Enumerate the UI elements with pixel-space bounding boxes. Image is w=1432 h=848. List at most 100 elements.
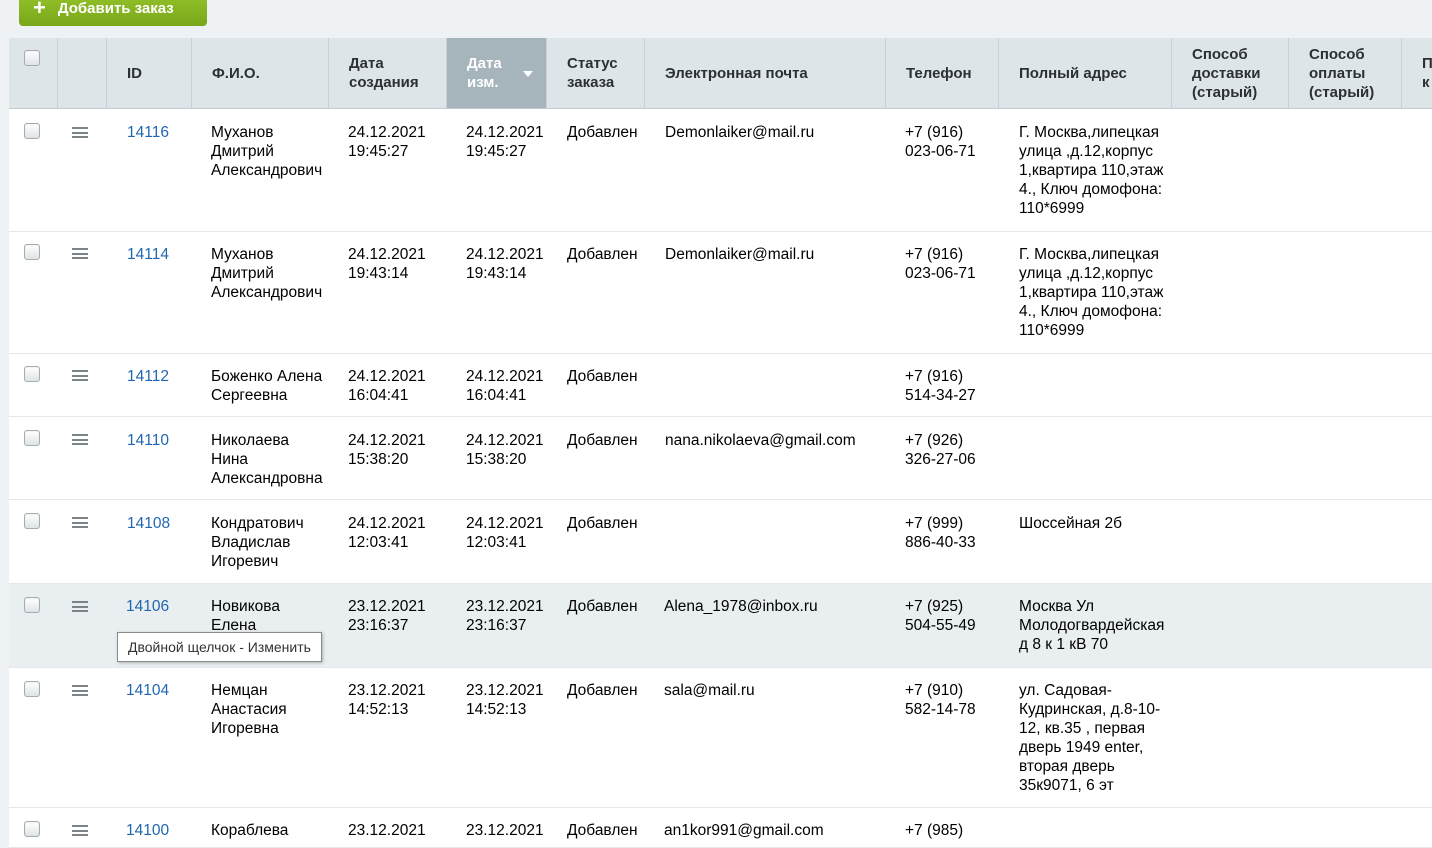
header-delivery-old[interactable]: Способ доставки (старый) (1172, 38, 1289, 109)
row-menu-icon[interactable] (72, 685, 88, 696)
header-id[interactable]: ID (107, 38, 192, 109)
row-fio: Немцан Анастасия Игоревна (211, 682, 287, 737)
header-fio[interactable]: Ф.И.О. (192, 38, 329, 109)
header-date-created[interactable]: Дата создания (329, 38, 447, 109)
row-status: Добавлен (567, 682, 638, 699)
sort-desc-icon (523, 71, 533, 77)
row-checkbox[interactable] (24, 513, 40, 529)
table-row[interactable]: 14104 Немцан Анастасия Игоревна 23.12.20… (9, 668, 1432, 808)
row-phone: +7 (916) 514-34-27 (905, 368, 976, 404)
row-id[interactable]: 14104 (126, 681, 169, 700)
row-menu-icon[interactable] (72, 601, 88, 612)
row-email: Demonlaiker@mail.ru (665, 246, 815, 263)
table-row[interactable]: 14112 Боженко Алена Сергеевна 24.12.2021… (9, 354, 1432, 417)
header-fio-label: Ф.И.О. (212, 64, 260, 82)
row-menu-icon[interactable] (72, 370, 88, 381)
row-date-modified: 24.12.2021 19:45:27 (466, 124, 544, 160)
row-date-created: 24.12.2021 12:03:41 (348, 515, 426, 551)
row-date-created: 24.12.2021 16:04:41 (348, 368, 426, 404)
row-date-modified: 23.12.2021 14:52:13 (466, 682, 544, 718)
row-id[interactable]: 14116 (127, 123, 169, 142)
row-date-modified: 23.12.2021 23:16:37 (466, 598, 544, 634)
row-date-modified: 24.12.2021 15:38:20 (466, 432, 544, 468)
row-phone: +7 (916) 023-06-71 (905, 124, 976, 160)
row-checkbox[interactable] (24, 244, 40, 260)
row-date-created: 24.12.2021 19:45:27 (348, 124, 426, 160)
header-address[interactable]: Полный адрес (999, 38, 1172, 109)
table-row[interactable]: 14108 Кондратович Владислав Игоревич 24.… (9, 500, 1432, 584)
row-phone: +7 (985) (905, 822, 964, 839)
row-menu-icon[interactable] (72, 517, 88, 528)
row-menu-icon[interactable] (72, 127, 88, 138)
row-phone: +7 (926) 326-27-06 (905, 432, 976, 468)
row-address: Г. Москва,липецкая улица ,д.12,корпус 1,… (1019, 246, 1164, 339)
row-id[interactable]: 14108 (127, 514, 170, 533)
table-row[interactable]: 14100 Кораблева 23.12.2021 23.12.2021 До… (9, 808, 1432, 848)
header-select-all[interactable] (9, 38, 58, 109)
row-checkbox[interactable] (24, 123, 40, 139)
header-delivery-old-label: Способ доставки (старый) (1192, 45, 1261, 101)
row-fio: Кондратович Владислав Игоревич (211, 515, 304, 570)
row-id[interactable]: 14106 (126, 597, 169, 616)
row-date-modified: 24.12.2021 12:03:41 (466, 515, 544, 551)
add-order-button[interactable]: + Добавить заказ (19, 0, 207, 26)
row-status: Добавлен (567, 368, 638, 385)
header-email-label: Электронная почта (665, 64, 808, 82)
row-checkbox[interactable] (24, 681, 40, 697)
row-fio: Кораблева (211, 822, 289, 839)
header-phone[interactable]: Телефон (886, 38, 999, 109)
header-date-modified[interactable]: Дата изм. (447, 38, 547, 109)
row-status: Добавлен (567, 598, 638, 615)
row-fio: Новикова Елена (211, 598, 280, 634)
header-date-modified-label: Дата изм. (467, 55, 502, 91)
row-date-modified: 24.12.2021 16:04:41 (466, 368, 544, 404)
row-status: Добавлен (567, 246, 638, 263)
add-order-label: Добавить заказ (57, 0, 174, 17)
header-status[interactable]: Статус заказа (547, 38, 645, 109)
row-checkbox[interactable] (24, 430, 40, 446)
header-date-created-label: Дата создания (349, 55, 419, 91)
row-date-created: 23.12.2021 (348, 822, 426, 839)
header-payment-old-label: Способ оплаты (старый) (1309, 45, 1375, 101)
header-phone-label: Телефон (906, 64, 972, 82)
row-checkbox[interactable] (24, 597, 40, 613)
header-next-column[interactable]: П к (1402, 38, 1432, 109)
row-id[interactable]: 14114 (127, 245, 169, 264)
row-address: Москва Ул Молодогвардейская д 8 к 1 кВ 7… (1019, 598, 1165, 653)
table-row[interactable]: 14110 Николаева Нина Александровна 24.12… (9, 417, 1432, 500)
table-row[interactable]: 14114 Муханов Дмитрий Александрович 24.1… (9, 232, 1432, 354)
row-phone: +7 (999) 886-40-33 (905, 515, 976, 551)
row-email: nana.nikolaeva@gmail.com (665, 432, 856, 449)
row-status: Добавлен (567, 515, 638, 532)
row-status: Добавлен (567, 432, 638, 449)
row-fio: Муханов Дмитрий Александрович (211, 246, 323, 301)
row-fio: Николаева Нина Александровна (211, 432, 323, 487)
row-address: Шоссейная 2б (1019, 515, 1122, 532)
row-menu-icon[interactable] (72, 434, 88, 445)
row-status: Добавлен (567, 124, 638, 141)
row-menu-icon[interactable] (72, 825, 88, 836)
header-next-label: П к (1422, 55, 1432, 91)
header-actions (58, 38, 107, 109)
row-id[interactable]: 14112 (127, 367, 169, 386)
row-checkbox[interactable] (24, 821, 40, 837)
row-date-created: 24.12.2021 19:43:14 (348, 246, 426, 282)
header-email[interactable]: Электронная почта (645, 38, 886, 109)
row-id[interactable]: 14100 (126, 821, 169, 840)
row-date-modified: 24.12.2021 19:43:14 (466, 246, 544, 282)
row-fio: Боженко Алена Сергеевна (211, 368, 323, 404)
row-email: Demonlaiker@mail.ru (665, 124, 815, 141)
row-checkbox[interactable] (24, 366, 40, 382)
row-date-modified: 23.12.2021 (466, 822, 544, 839)
header-payment-old[interactable]: Способ оплаты (старый) (1289, 38, 1402, 109)
row-date-created: 23.12.2021 14:52:13 (348, 682, 426, 718)
header-address-label: Полный адрес (1019, 64, 1127, 82)
plus-icon: + (33, 0, 46, 20)
row-address: ул. Садовая- Кудринская, д.8-10- 12, кв.… (1019, 682, 1161, 794)
row-menu-icon[interactable] (72, 248, 88, 259)
table-row[interactable]: 14116 Муханов Дмитрий Александрович 24.1… (9, 109, 1432, 232)
row-status: Добавлен (567, 822, 638, 839)
row-fio: Муханов Дмитрий Александрович (211, 124, 323, 179)
row-id[interactable]: 14110 (127, 431, 169, 450)
select-all-checkbox[interactable] (24, 50, 40, 66)
